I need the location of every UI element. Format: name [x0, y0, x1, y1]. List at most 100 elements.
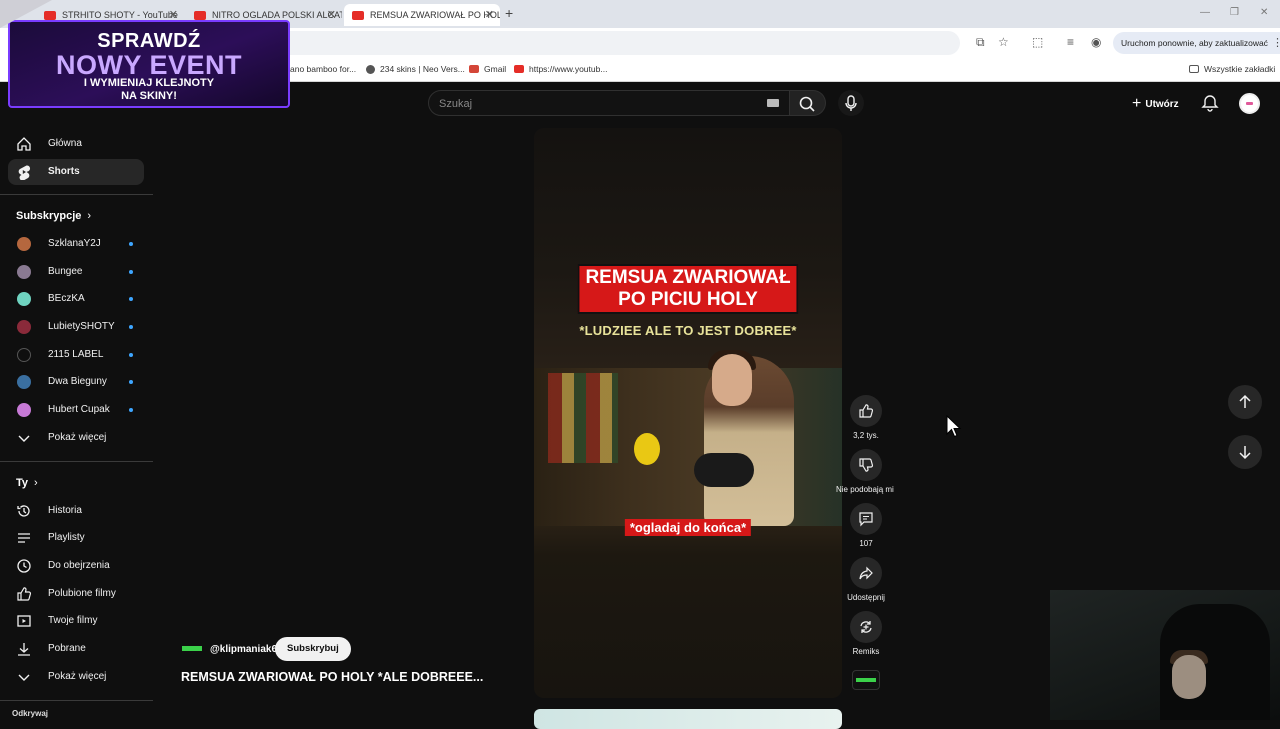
- arrow-down-icon: [1239, 446, 1251, 460]
- sidebar-item-downloads[interactable]: Pobrane: [8, 636, 144, 662]
- voice-search-button[interactable]: [838, 90, 864, 116]
- minimize-icon[interactable]: —: [1200, 7, 1210, 18]
- show-more-you[interactable]: Pokaż więcej: [8, 664, 144, 690]
- profile-icon[interactable]: ◉: [1091, 35, 1101, 49]
- previous-short-button[interactable]: [1228, 385, 1262, 419]
- bookmark-item[interactable]: Gmail: [469, 64, 506, 74]
- banner-decoration: [0, 0, 52, 28]
- sidebar-item-label: Pobrane: [48, 643, 86, 654]
- sidebar-explore-heading[interactable]: Odkrywaj: [12, 709, 48, 718]
- bookmark-item[interactable]: ano bamboo for...: [290, 64, 356, 74]
- next-short-preview[interactable]: [534, 709, 842, 729]
- tab-remsua[interactable]: REMSUA ZWARIOWAŁ PO HOLY ✕: [344, 4, 500, 26]
- subscribe-button[interactable]: Subskrybuj: [275, 637, 351, 661]
- search-button[interactable]: [790, 90, 826, 116]
- sidebar-item-hubert-cupak[interactable]: Hubert Cupak: [8, 397, 144, 423]
- like-button-circle[interactable]: [850, 395, 882, 427]
- sidebar-item-playlists[interactable]: Playlisty: [8, 525, 144, 551]
- install-app-icon[interactable]: ⧉: [976, 35, 985, 50]
- sidebar-item-label: Do obejrzenia: [48, 560, 110, 571]
- search-box[interactable]: [428, 90, 790, 116]
- sidebar-item-2115-label[interactable]: 2115 LABEL: [8, 342, 144, 368]
- new-content-dot: [129, 297, 133, 301]
- bookmark-label: ano bamboo for...: [290, 64, 357, 74]
- new-content-dot: [129, 242, 133, 246]
- sidebar-item-beczka[interactable]: BEczKA: [8, 286, 144, 312]
- address-bar[interactable]: [190, 31, 960, 55]
- share-button[interactable]: Udostępnij: [847, 557, 885, 602]
- sidebar-item-szklanay2j[interactable]: SzklanaY2J: [8, 231, 144, 257]
- remix-button[interactable]: Remiks: [850, 611, 882, 656]
- sidebar-item-label: Pokaż więcej: [48, 671, 107, 682]
- sidebar-item-lubietyshoty[interactable]: LubietySHOTY: [8, 314, 144, 340]
- short-title[interactable]: REMSUA ZWARIOWAŁ PO HOLY *ALE DOBREEE...: [181, 670, 483, 684]
- chevron-right-icon: ›: [34, 477, 38, 489]
- bookmark-item[interactable]: 234 skins | Neo Vers...: [366, 64, 465, 74]
- like-button[interactable]: 3,2 tys.: [850, 395, 882, 440]
- sidebar-item-shorts[interactable]: Shorts: [8, 159, 144, 185]
- sidebar-item-bungee[interactable]: Bungee: [8, 259, 144, 285]
- next-short-button[interactable]: [1228, 435, 1262, 469]
- extensions-icon[interactable]: ⬚: [1032, 35, 1043, 49]
- clock-icon: [17, 559, 31, 573]
- account-avatar[interactable]: [1239, 93, 1260, 114]
- subscriptions-heading[interactable]: Subskrypcje ›: [16, 210, 91, 222]
- video-caption-bottom: *ogladaj do końca*: [624, 519, 752, 536]
- sidebar-item-your-videos[interactable]: Twoje filmy: [8, 608, 144, 634]
- media-control-icon[interactable]: ≡: [1067, 35, 1074, 49]
- share-button-circle[interactable]: [850, 557, 882, 589]
- all-bookmarks[interactable]: Wszystkie zakładki: [1189, 64, 1275, 74]
- shorts-video-player[interactable]: REMSUA ZWARIOWAŁ PO PICIU HOLY *LUDZIEE …: [534, 128, 842, 698]
- close-tab-icon[interactable]: ✕: [485, 8, 494, 21]
- shorts-icon: [18, 165, 31, 180]
- keyboard-icon[interactable]: [767, 99, 779, 107]
- search-input[interactable]: [439, 96, 739, 112]
- sidebar-item-label: Bungee: [48, 266, 83, 277]
- sidebar-item-label: LubietySHOTY: [48, 321, 115, 332]
- bookmark-label: Gmail: [484, 64, 507, 74]
- sidebar-item-home[interactable]: Główna: [8, 131, 144, 157]
- dislike-button[interactable]: Nie podobają mi się: [836, 449, 896, 494]
- channel-avatar: [17, 348, 31, 362]
- globe-icon: [366, 64, 375, 74]
- bookmark-item[interactable]: https://www.youtub...: [514, 64, 607, 74]
- you-heading[interactable]: Ty ›: [16, 477, 38, 489]
- video-caption-title: REMSUA ZWARIOWAŁ PO PICIU HOLY: [577, 264, 799, 314]
- sidebar-item-history[interactable]: Historia: [8, 498, 144, 524]
- tab-title: REMSUA ZWARIOWAŁ PO HOLY: [370, 10, 500, 20]
- maximize-icon[interactable]: ❐: [1230, 7, 1239, 18]
- microphone-icon: [845, 95, 857, 111]
- dislike-label: Nie podobają mi się: [836, 485, 896, 494]
- channel-avatar[interactable]: [182, 641, 204, 657]
- sidebar-item-liked-videos[interactable]: Polubione filmy: [8, 581, 144, 607]
- sidebar-item-label: SzklanaY2J: [48, 238, 101, 249]
- channel-avatar: [17, 237, 31, 251]
- like-count: 3,2 tys.: [853, 431, 879, 440]
- bookmark-star-icon[interactable]: ☆: [998, 35, 1009, 49]
- new-tab-button[interactable]: +: [505, 5, 513, 21]
- sidebar-item-dwa-bieguny[interactable]: Dwa Bieguny: [8, 369, 144, 395]
- comments-button-circle[interactable]: [850, 503, 882, 535]
- sidebar-item-watch-later[interactable]: Do obejrzenia: [8, 553, 144, 579]
- notifications-bell-icon[interactable]: [1200, 93, 1220, 113]
- close-tab-icon[interactable]: ✕: [327, 8, 336, 21]
- sound-thumbnail[interactable]: [852, 670, 880, 690]
- dislike-button-circle[interactable]: [850, 449, 882, 481]
- share-label: Udostępnij: [847, 593, 885, 602]
- video-microphone: [694, 453, 754, 487]
- remix-button-circle[interactable]: [850, 611, 882, 643]
- subscriptions-label: Subskrypcje: [16, 210, 82, 222]
- download-icon: [18, 643, 30, 656]
- channel-avatar: [17, 320, 31, 334]
- history-icon: [17, 505, 30, 517]
- thumb-up-icon: [859, 404, 874, 418]
- divider: [0, 700, 153, 701]
- show-more-subscriptions[interactable]: Pokaż więcej: [8, 425, 144, 451]
- close-window-icon[interactable]: ✕: [1260, 7, 1268, 18]
- create-button[interactable]: + Utwórz: [1132, 95, 1179, 113]
- share-icon: [859, 566, 873, 580]
- menu-dots-icon[interactable]: ⋮: [1272, 32, 1280, 54]
- channel-name[interactable]: @klipmaniak6: [210, 644, 277, 655]
- update-browser-button[interactable]: Uruchom ponownie, aby zaktualizować ⋮: [1113, 32, 1280, 54]
- comments-button[interactable]: 107: [850, 503, 882, 548]
